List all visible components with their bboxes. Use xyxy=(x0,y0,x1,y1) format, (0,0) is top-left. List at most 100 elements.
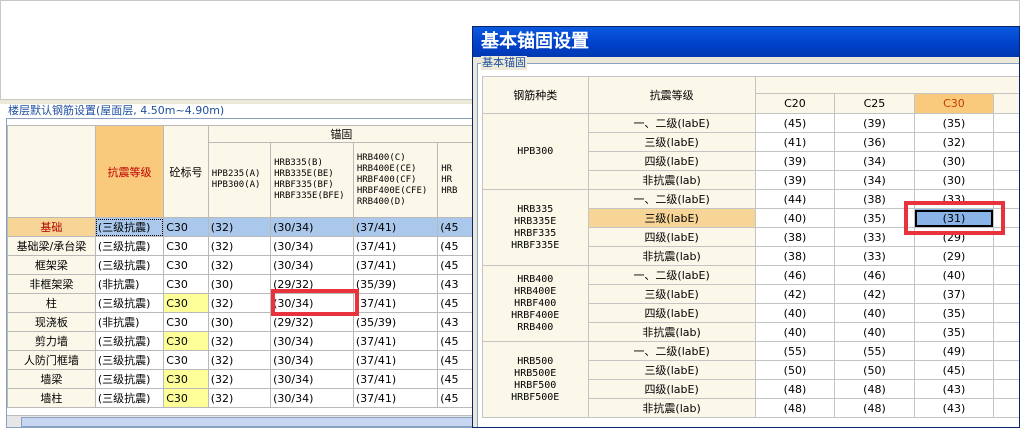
anchor-value-cell[interactable]: (32) xyxy=(207,255,272,275)
anchor-value-cell[interactable]: (45 xyxy=(437,255,475,275)
seismic-cell[interactable]: (三级抗震) xyxy=(94,217,165,237)
table-row[interactable]: 框架梁 (三级抗震) C30 (32) (30/34) (37/41) (45 xyxy=(7,255,475,275)
header-concrete[interactable]: 砼标号 xyxy=(163,125,209,218)
header-steel-type[interactable]: HRB335(B) HRB335E(BE) HRBF335(BF) HRBF335E(… xyxy=(270,142,354,218)
seismic-cell[interactable]: (非抗震) xyxy=(94,312,165,332)
steel-type-cell[interactable]: HRB400 HRB400E HRBF400 HRBF400E RRB400 xyxy=(482,265,589,342)
row-label[interactable]: 人防门框墙 xyxy=(7,350,96,370)
anchor-more-cell[interactable] xyxy=(993,151,1019,171)
anchor-value-cell[interactable]: (32) xyxy=(207,331,272,351)
concrete-cell[interactable]: C30 xyxy=(163,350,209,370)
seismic-level-cell[interactable]: 四级(labE) xyxy=(587,379,756,399)
anchor-value-cell[interactable]: (30) xyxy=(207,274,272,294)
anchor-more-cell[interactable] xyxy=(993,284,1019,304)
anchor-value-cell[interactable]: (37/41) xyxy=(352,350,439,370)
anchor-more-cell[interactable] xyxy=(993,379,1019,399)
anchor-value-cell[interactable]: (37/41) xyxy=(352,369,439,389)
anchor-value-cell[interactable]: (30/34) xyxy=(270,350,354,370)
anchor-c30-cell[interactable]: (37) xyxy=(913,284,995,304)
anchor-c20-cell[interactable]: (40) xyxy=(754,303,836,323)
anchor-value-cell[interactable]: (37/41) xyxy=(352,255,439,275)
anchor-c20-cell[interactable]: (45) xyxy=(754,113,836,133)
header-concrete-more[interactable] xyxy=(993,93,1019,114)
seismic-cell[interactable]: (三级抗震) xyxy=(94,331,165,351)
anchor-value-cell[interactable]: (32) xyxy=(207,350,272,370)
header-concrete-c30[interactable]: C30 xyxy=(913,93,995,114)
anchor-more-cell[interactable] xyxy=(993,360,1019,380)
anchor-c25-cell[interactable]: (48) xyxy=(834,379,915,399)
anchor-value-cell[interactable]: (45 xyxy=(437,293,475,313)
seismic-cell[interactable]: (非抗震) xyxy=(94,274,165,294)
steel-type-cell[interactable]: HRB335 HRB335E HRBF335 HRBF335E xyxy=(482,189,589,266)
anchor-c30-cell[interactable]: (29) xyxy=(913,246,995,266)
anchor-more-cell[interactable] xyxy=(993,303,1019,323)
anchor-c20-cell[interactable]: (39) xyxy=(754,151,836,171)
anchor-more-cell[interactable] xyxy=(993,322,1019,342)
anchor-c25-cell[interactable]: (36) xyxy=(834,132,915,152)
anchor-value-cell[interactable]: (32) xyxy=(207,236,272,256)
seismic-cell[interactable]: (三级抗震) xyxy=(94,236,165,256)
row-label[interactable]: 非框架梁 xyxy=(7,274,96,294)
table-row[interactable]: 剪力墙 (三级抗震) C30 (32) (30/34) (37/41) (45 xyxy=(7,331,475,351)
concrete-cell[interactable]: C30 xyxy=(163,274,209,294)
anchor-value-cell[interactable]: (32) xyxy=(207,217,272,237)
anchor-more-cell[interactable] xyxy=(993,170,1019,190)
seismic-level-cell[interactable]: 一、二级(labE) xyxy=(587,265,756,285)
anchor-value-cell[interactable]: (37/41) xyxy=(352,236,439,256)
anchor-more-cell[interactable] xyxy=(993,398,1019,418)
seismic-level-cell[interactable]: 三级(labE) xyxy=(587,360,756,380)
anchor-c30-cell[interactable]: (35) xyxy=(913,322,995,342)
anchor-value-cell[interactable]: (32) xyxy=(207,369,272,389)
anchor-value-cell[interactable]: (35/39) xyxy=(352,312,439,332)
table-row[interactable]: HPB300 一、二级(labE) (45) (39) (35) xyxy=(482,113,1019,190)
row-label[interactable]: 墙梁 xyxy=(7,369,96,389)
anchor-c30-cell[interactable]: (30) xyxy=(913,170,995,190)
anchor-more-cell[interactable] xyxy=(993,132,1019,152)
steel-type-cell[interactable]: HRB500 HRB500E HRBF500 HRBF500E xyxy=(482,341,589,418)
table-row[interactable]: 柱 (三级抗震) C30 (32) (30/34) (37/41) (45 xyxy=(7,293,475,313)
seismic-level-cell[interactable]: 四级(labE) xyxy=(587,227,756,247)
anchor-c25-cell[interactable]: (55) xyxy=(834,341,915,361)
anchor-c20-cell[interactable]: (41) xyxy=(754,132,836,152)
seismic-level-cell[interactable]: 非抗震(lab) xyxy=(587,246,756,266)
anchor-c20-cell[interactable]: (39) xyxy=(754,170,836,190)
anchor-value-cell[interactable]: (30/34) xyxy=(270,217,354,237)
anchor-value-cell[interactable]: (37/41) xyxy=(352,388,439,408)
seismic-level-cell[interactable]: 三级(labE) xyxy=(587,132,756,152)
seismic-cell[interactable]: (三级抗震) xyxy=(94,293,165,313)
anchor-more-cell[interactable] xyxy=(993,246,1019,266)
concrete-cell[interactable]: C30 xyxy=(163,293,209,313)
anchor-c20-cell[interactable]: (38) xyxy=(754,246,836,266)
concrete-cell[interactable]: C30 xyxy=(163,331,209,351)
anchor-c20-cell[interactable]: (44) xyxy=(754,189,836,209)
anchor-value-cell[interactable]: (37/41) xyxy=(352,331,439,351)
anchor-value-cell[interactable]: (45 xyxy=(437,331,475,351)
anchor-value-cell[interactable]: (35/39) xyxy=(352,274,439,294)
anchor-c30-cell[interactable]: (40) xyxy=(913,265,995,285)
steel-type-cell[interactable]: HPB300 xyxy=(482,113,589,190)
anchor-c25-cell[interactable]: (42) xyxy=(834,284,915,304)
anchor-c20-cell[interactable]: (48) xyxy=(754,398,836,418)
table-row[interactable]: 墙柱 (三级抗震) C30 (32) (30/34) (37/41) (45 xyxy=(7,388,475,408)
anchor-c30-cell[interactable]: (30) xyxy=(913,151,995,171)
anchor-c25-cell[interactable]: (40) xyxy=(834,303,915,323)
seismic-level-cell[interactable]: 一、二级(labE) xyxy=(587,341,756,361)
anchor-c30-cell[interactable]: (49) xyxy=(913,341,995,361)
anchor-c20-cell[interactable]: (48) xyxy=(754,379,836,399)
anchor-c20-cell[interactable]: (42) xyxy=(754,284,836,304)
table-row[interactable]: 基础梁/承台梁 (三级抗震) C30 (32) (30/34) (37/41) (45 xyxy=(7,236,475,256)
anchor-c20-cell[interactable]: (38) xyxy=(754,227,836,247)
row-label[interactable]: 剪力墙 xyxy=(7,331,96,351)
row-label[interactable]: 墙柱 xyxy=(7,388,96,408)
concrete-cell[interactable]: C30 xyxy=(163,388,209,408)
anchor-c20-cell[interactable]: (40) xyxy=(754,208,836,228)
anchor-c30-cell[interactable]: (43) xyxy=(913,398,995,418)
anchor-c30-cell[interactable]: (32) xyxy=(913,132,995,152)
anchor-c20-cell[interactable]: (50) xyxy=(754,360,836,380)
seismic-cell[interactable]: (三级抗震) xyxy=(94,350,165,370)
header-steel-type[interactable]: HRB400(C) HRB400E(CE) HRBF400(CF) HRBF400E(… xyxy=(352,142,439,218)
anchor-value-cell[interactable]: (45 xyxy=(437,236,475,256)
anchor-c25-cell[interactable]: (48) xyxy=(834,398,915,418)
seismic-level-cell[interactable]: 一、二级(labE) xyxy=(587,113,756,133)
row-label[interactable]: 基础梁/承台梁 xyxy=(7,236,96,256)
